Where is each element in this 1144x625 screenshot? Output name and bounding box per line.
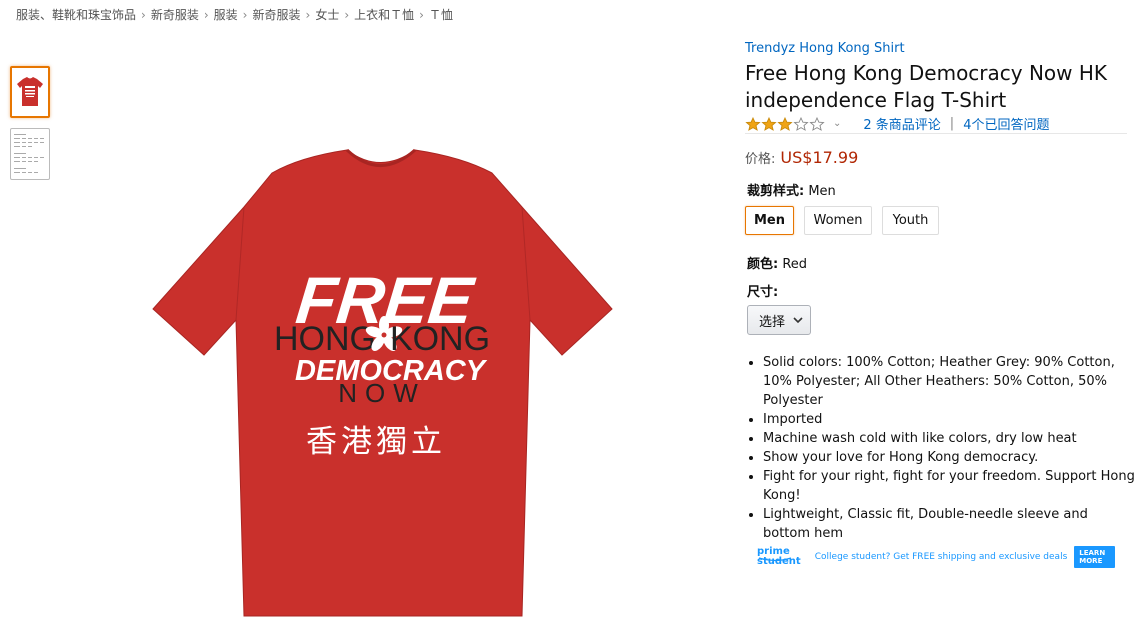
chevron-down-icon[interactable]: ⌄	[833, 118, 841, 129]
breadcrumb-item[interactable]: 新奇服装	[252, 8, 300, 22]
price-value: US$17.99	[780, 148, 859, 167]
price-row: 价格: US$17.99	[745, 148, 858, 167]
print-chinese: 香港獨立	[306, 424, 446, 460]
star-rating[interactable]	[745, 116, 825, 131]
breadcrumb-separator: ›	[305, 8, 311, 22]
breadcrumb-item[interactable]: 服装	[214, 8, 238, 22]
fit-button-youth[interactable]: Youth	[882, 206, 939, 235]
size-dropdown-value: 选择	[759, 314, 786, 330]
breadcrumb-separator: ›	[203, 8, 209, 22]
star-empty-icon	[809, 116, 825, 131]
size-chart-thumbnail-icon	[14, 134, 44, 173]
feature-bullet: Fight for your right, fight for your fre…	[763, 467, 1138, 505]
thumbnail-front-shirt[interactable]	[10, 66, 50, 118]
feature-bullet: Imported	[763, 410, 1138, 429]
prime-student-banner[interactable]: prime student College student? Get FREE …	[757, 546, 1115, 568]
answered-questions-link[interactable]: 4个已回答问题	[963, 114, 1049, 133]
feature-bullet: Lightweight, Classic fit, Double-needle …	[763, 505, 1138, 543]
breadcrumb-item[interactable]: 上衣和Ｔ恤	[354, 8, 414, 22]
fit-type-value: Men	[808, 184, 836, 199]
price-label: 价格:	[745, 152, 776, 167]
breadcrumb-separator: ›	[419, 8, 424, 22]
chevron-down-icon	[793, 314, 803, 327]
smile-arrow-icon	[758, 557, 792, 562]
feature-bullets: Solid colors: 100% Cotton; Heather Grey:…	[749, 353, 1138, 543]
breadcrumb-separator: ›	[242, 8, 248, 22]
print-kong: KONG	[390, 320, 490, 358]
breadcrumb-item[interactable]: Ｔ恤	[429, 8, 453, 22]
print-hong: HONG	[274, 320, 376, 358]
feature-bullet: Show your love for Hong Kong democracy.	[763, 448, 1138, 467]
color-value: Red	[782, 257, 808, 272]
breadcrumb-separator: ›	[141, 8, 146, 22]
print-now: NOW	[338, 378, 426, 408]
rating-row: ⌄ 2 条商品评论 | 4个已回答问题	[745, 114, 1049, 133]
size-dropdown[interactable]: 选择	[747, 305, 811, 335]
feature-bullet: Solid colors: 100% Cotton; Heather Grey:…	[763, 353, 1138, 410]
star-filled-icon	[745, 116, 761, 131]
prime-student-text: College student? Get FREE shipping and e…	[814, 552, 1068, 562]
feature-bullet: Machine wash cold with like colors, dry …	[763, 429, 1138, 448]
color-row: 颜色: Red	[747, 253, 807, 272]
size-label: 尺寸:	[747, 285, 779, 300]
size-row: 尺寸:	[747, 281, 778, 300]
brand-link[interactable]: Trendyz Hong Kong Shirt	[745, 41, 905, 56]
fit-type-label: 裁剪样式:	[747, 184, 805, 199]
star-filled-icon	[761, 116, 777, 131]
breadcrumb-item[interactable]: 新奇服装	[151, 8, 199, 22]
fit-button-men[interactable]: Men	[745, 206, 794, 235]
shirt-thumbnail-icon	[17, 77, 43, 106]
product-title: Free Hong Kong Democracy Now HK independ…	[745, 61, 1108, 112]
color-label: 颜色:	[747, 257, 779, 272]
star-empty-icon	[793, 116, 809, 131]
prime-student-logo: prime student	[757, 547, 805, 567]
breadcrumb-item[interactable]: 女士	[315, 8, 339, 22]
breadcrumb-item[interactable]: 服装、鞋靴和珠宝饰品	[16, 8, 136, 22]
breadcrumb-separator: ›	[344, 8, 350, 22]
breadcrumb: 服装、鞋靴和珠宝饰品 › 新奇服装 › 服装 › 新奇服装 › 女士 › 上衣和Ｔ恤 › Ｔ恤	[16, 6, 453, 23]
tshirt-image: FREE HONG KONG DEMOCRACY NOW 香港獨立	[152, 148, 613, 617]
thumbnail-size-chart[interactable]	[10, 128, 50, 180]
divider	[745, 133, 1127, 134]
fit-button-women[interactable]: Women	[804, 206, 872, 235]
fit-type-row: 裁剪样式: Men	[747, 180, 836, 199]
star-filled-icon	[777, 116, 793, 131]
separator: |	[949, 116, 955, 131]
reviews-link[interactable]: 2 条商品评论	[863, 114, 940, 133]
learn-more-button[interactable]: LEARN MORE	[1074, 546, 1115, 568]
main-product-image[interactable]: FREE HONG KONG DEMOCRACY NOW 香港獨立	[150, 145, 615, 620]
